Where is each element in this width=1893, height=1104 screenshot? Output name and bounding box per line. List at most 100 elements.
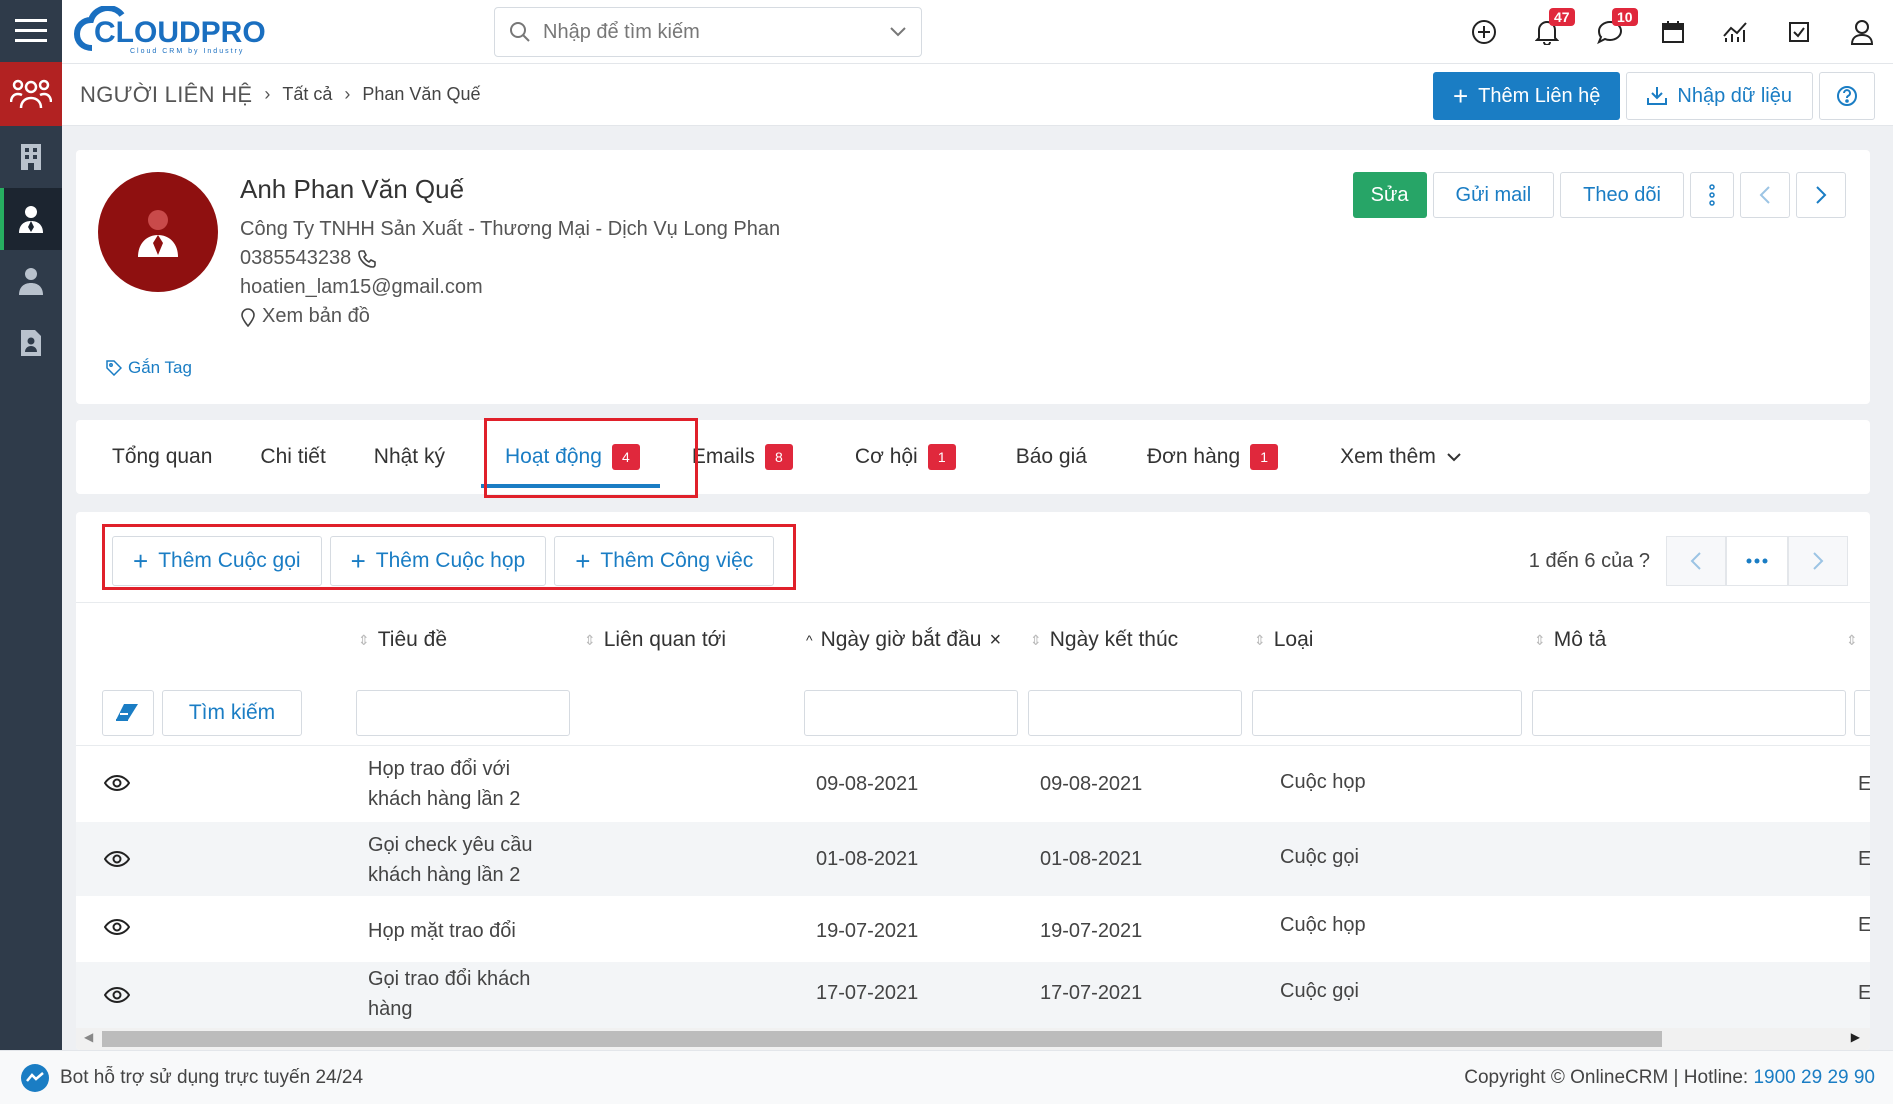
page-more-button[interactable] bbox=[1726, 536, 1788, 586]
row-type: Cuộc họp bbox=[1280, 771, 1366, 793]
column-related[interactable]: ⇕ Liên quan tới bbox=[584, 603, 726, 677]
scroll-left-icon[interactable]: ◀ bbox=[84, 1030, 93, 1044]
clear-filter-button[interactable] bbox=[102, 690, 154, 736]
view-eye-icon[interactable] bbox=[104, 986, 130, 1004]
footer: Bot hỗ trợ sử dụng trực tuyến 24/24 Copy… bbox=[0, 1050, 1893, 1104]
clear-sort-icon[interactable]: × bbox=[989, 629, 1001, 652]
search-input[interactable]: Nhập để tìm kiếm bbox=[543, 21, 889, 44]
filter-title-input[interactable] bbox=[356, 690, 570, 736]
add-contact-button[interactable]: + Thêm Liên hệ bbox=[1432, 72, 1621, 120]
row-tail: E bbox=[1858, 773, 1870, 795]
tab-orders[interactable]: Đơn hàng 1 bbox=[1111, 420, 1302, 494]
sidebar-item-groups[interactable] bbox=[0, 62, 62, 126]
row-start-date: 09-08-2021 bbox=[816, 773, 919, 795]
contact-name: Anh Phan Văn Quế bbox=[240, 174, 465, 204]
table-row[interactable]: Gọi trao đổi khách hàng 17-07-2021 17-07-… bbox=[76, 962, 1870, 1028]
column-type[interactable]: ⇕ Loại bbox=[1254, 603, 1313, 677]
chevron-right-icon: › bbox=[264, 84, 271, 104]
horizontal-scrollbar[interactable]: ◀ ▶ bbox=[76, 1028, 1870, 1050]
cloudpro-logo[interactable]: CLOUDPRO Cloud CRM by Industry bbox=[72, 4, 292, 56]
support-bot-link[interactable]: Bot hỗ trợ sử dụng trực tuyến 24/24 bbox=[20, 1063, 363, 1093]
contact-avatar-icon bbox=[138, 210, 178, 257]
users-group-icon bbox=[10, 79, 52, 109]
chevron-right-icon: › bbox=[344, 84, 351, 104]
more-options-button[interactable] bbox=[1690, 172, 1734, 218]
filter-type-input[interactable] bbox=[1252, 690, 1522, 736]
row-end-date: 09-08-2021 bbox=[1040, 773, 1143, 795]
avatar[interactable] bbox=[98, 172, 218, 292]
view-map-link[interactable]: Xem bản đồ bbox=[240, 302, 780, 331]
contact-person-icon bbox=[19, 206, 43, 233]
search-filter-button[interactable]: Tìm kiếm bbox=[162, 690, 302, 736]
view-eye-icon[interactable] bbox=[104, 774, 130, 792]
user-profile-button[interactable] bbox=[1830, 0, 1893, 64]
notifications-button[interactable]: 47 bbox=[1515, 0, 1578, 64]
previous-page-button[interactable] bbox=[1666, 536, 1726, 586]
column-title[interactable]: ⇕ Tiêu đề bbox=[358, 603, 447, 677]
table-row[interactable]: Gọi check yêu cầu khách hàng lần 2 01-08-… bbox=[76, 822, 1870, 896]
row-end-date: 17-07-2021 bbox=[1040, 982, 1143, 1004]
global-search[interactable]: Nhập để tìm kiếm bbox=[494, 7, 922, 57]
row-title[interactable]: Họp trao đổi với khách hàng lần 2 bbox=[368, 754, 520, 814]
send-mail-button[interactable]: Gửi mail bbox=[1432, 172, 1555, 218]
view-eye-icon[interactable] bbox=[104, 918, 130, 936]
checkbox-icon bbox=[1788, 22, 1809, 42]
view-eye-icon[interactable] bbox=[104, 850, 130, 868]
column-description[interactable]: ⇕ Mô tả bbox=[1534, 603, 1606, 677]
tab-details[interactable]: Chi tiết bbox=[236, 420, 349, 494]
plus-circle-icon bbox=[1471, 20, 1496, 44]
calendar-icon bbox=[1661, 21, 1684, 43]
tasks-button[interactable] bbox=[1767, 0, 1830, 64]
previous-record-button[interactable] bbox=[1740, 172, 1790, 218]
contact-phone-row[interactable]: 0385543238 bbox=[240, 244, 780, 273]
column-end-date[interactable]: ⇕ Ngày kết thúc bbox=[1030, 603, 1178, 677]
contact-phone[interactable]: 0385543238 bbox=[240, 244, 351, 273]
sidebar-item-leads[interactable] bbox=[0, 250, 62, 312]
column-start-date[interactable]: ^ Ngày giờ bắt đầu × bbox=[806, 603, 1001, 677]
table-row[interactable]: Họp trao đổi với khách hàng lần 2 09-08-2… bbox=[76, 746, 1870, 822]
reports-button[interactable] bbox=[1704, 0, 1767, 64]
tab-more[interactable]: Xem thêm bbox=[1302, 420, 1486, 494]
next-page-button[interactable] bbox=[1788, 536, 1848, 586]
quick-create-button[interactable] bbox=[1452, 0, 1515, 64]
column-extra-sort[interactable]: ⇕ bbox=[1846, 603, 1858, 677]
filter-description-input[interactable] bbox=[1532, 690, 1846, 736]
row-title[interactable]: Gọi check yêu cầu khách hàng lần 2 bbox=[368, 830, 533, 890]
filter-extra-input[interactable] bbox=[1854, 690, 1870, 736]
sidebar-item-documents[interactable] bbox=[0, 312, 62, 374]
messenger-icon bbox=[21, 1063, 49, 1092]
chevron-down-icon[interactable] bbox=[889, 26, 907, 38]
breadcrumb-bar: NGƯỜI LIÊN HỆ › Tất cả › Phan Văn Quế + … bbox=[62, 64, 1893, 126]
tab-opportunities[interactable]: Cơ hội 1 bbox=[817, 420, 980, 494]
filter-start-input[interactable] bbox=[804, 690, 1018, 736]
calendar-button[interactable] bbox=[1641, 0, 1704, 64]
row-title[interactable]: Họp mặt trao đổi bbox=[368, 916, 516, 946]
tab-log[interactable]: Nhật ký bbox=[350, 420, 469, 494]
breadcrumb-all[interactable]: Tất cả bbox=[282, 84, 332, 105]
filter-end-input[interactable] bbox=[1028, 690, 1242, 736]
tab-overview[interactable]: Tổng quan bbox=[88, 420, 236, 494]
edit-button[interactable]: Sửa bbox=[1352, 172, 1427, 218]
phone-icon[interactable] bbox=[357, 249, 377, 269]
import-data-button[interactable]: Nhập dữ liệu bbox=[1626, 72, 1813, 120]
add-tag-link[interactable]: Gắn Tag bbox=[106, 358, 192, 378]
table-row[interactable]: Họp mặt trao đổi 19-07-2021 19-07-2021 C… bbox=[76, 896, 1870, 962]
messages-button[interactable]: 10 bbox=[1578, 0, 1641, 64]
menu-toggle[interactable] bbox=[0, 0, 62, 62]
scrollbar-thumb[interactable] bbox=[102, 1031, 1662, 1047]
row-title[interactable]: Gọi trao đổi khách hàng bbox=[368, 964, 530, 1024]
sidebar-item-contacts[interactable] bbox=[0, 188, 62, 250]
hotline-link[interactable]: 1900 29 29 90 bbox=[1753, 1067, 1875, 1088]
contact-company[interactable]: Công Ty TNHH Sản Xuất - Thương Mại - Dịc… bbox=[240, 215, 780, 244]
eraser-icon bbox=[116, 704, 138, 721]
svg-text:Cloud CRM by Industry: Cloud CRM by Industry bbox=[130, 48, 244, 55]
contact-email[interactable]: hoatien_lam15@gmail.com bbox=[240, 273, 780, 302]
breadcrumb-module[interactable]: NGƯỜI LIÊN HỆ bbox=[80, 82, 252, 108]
help-button[interactable] bbox=[1819, 72, 1875, 120]
sidebar-item-organizations[interactable] bbox=[0, 126, 62, 188]
scroll-right-icon[interactable]: ▶ bbox=[1851, 1030, 1860, 1044]
follow-button[interactable]: Theo dõi bbox=[1560, 172, 1684, 218]
row-start-date: 01-08-2021 bbox=[816, 848, 919, 870]
tab-quotes[interactable]: Báo giá bbox=[980, 420, 1111, 494]
next-record-button[interactable] bbox=[1796, 172, 1846, 218]
